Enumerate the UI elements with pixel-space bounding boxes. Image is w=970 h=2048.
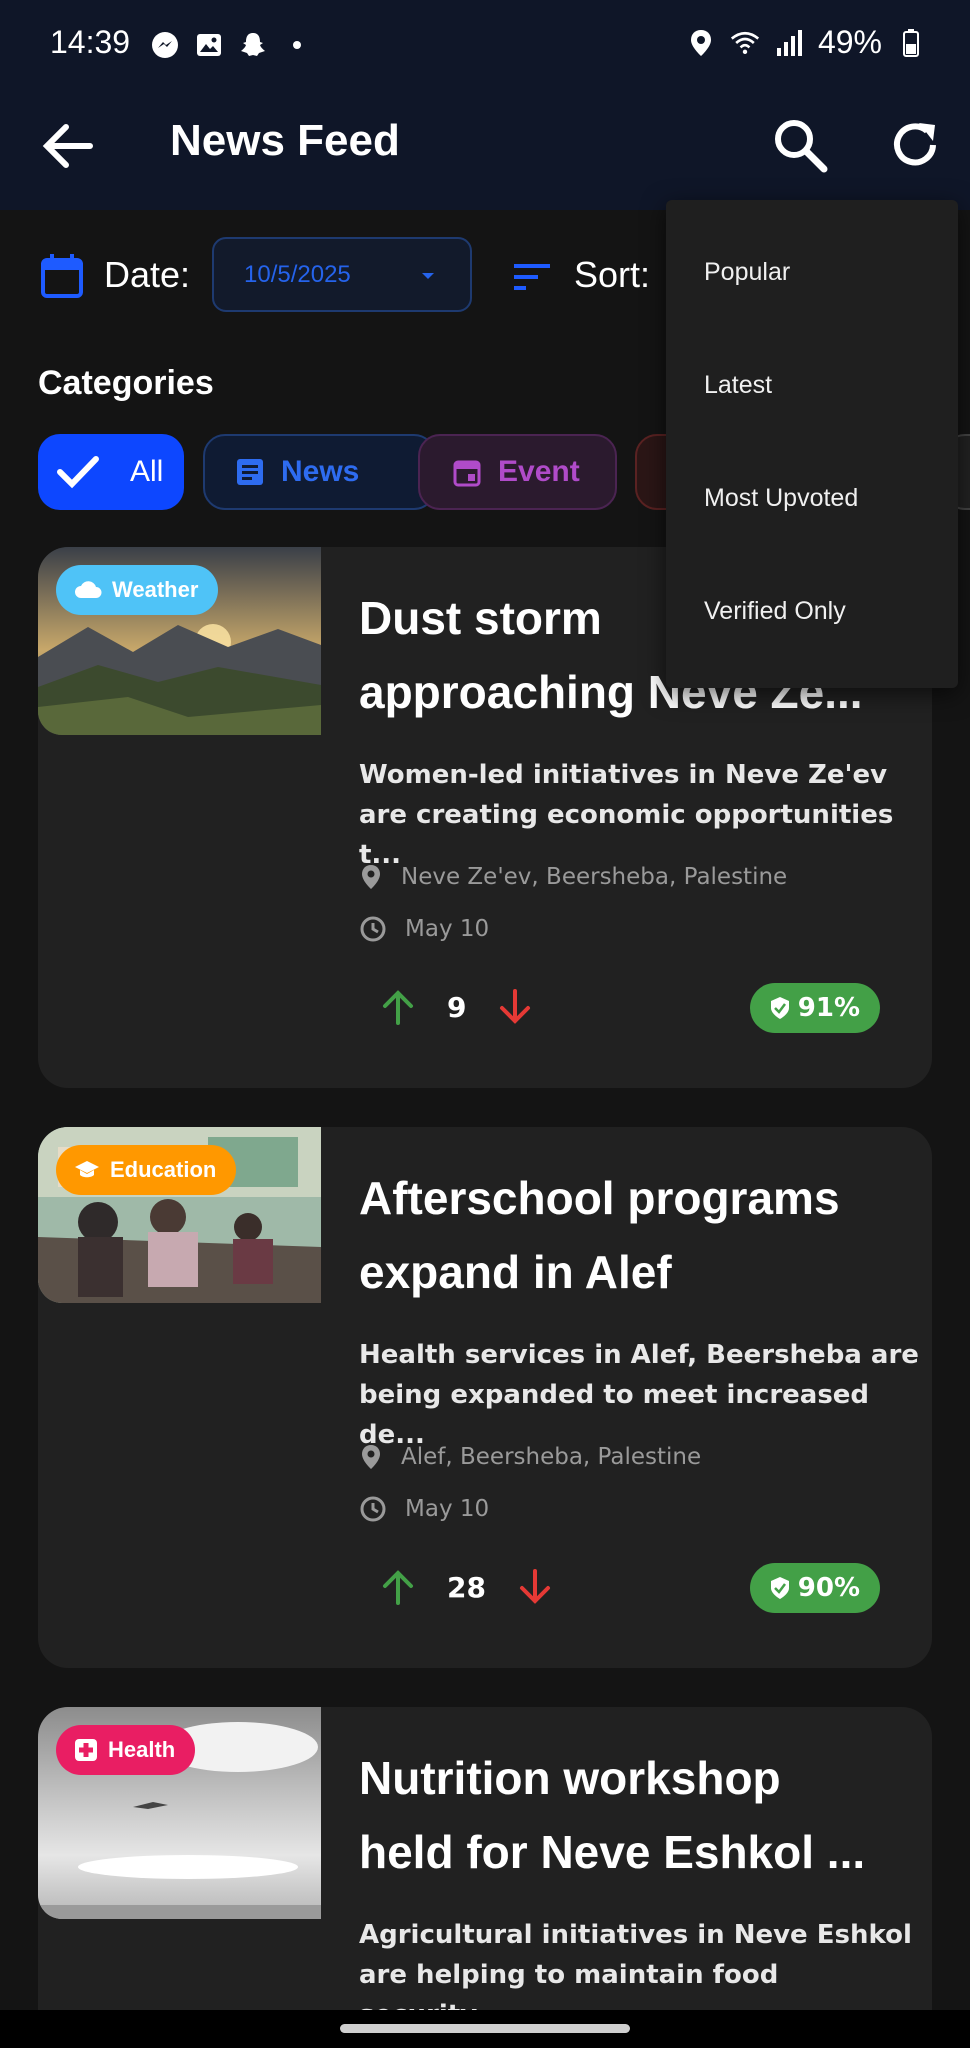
- card-description: Health services in Alef, Beersheba are b…: [359, 1340, 919, 1450]
- system-nav-bar: [0, 2010, 970, 2048]
- sort-option-latest[interactable]: Latest: [704, 371, 772, 400]
- page-title: News Feed: [170, 116, 400, 165]
- check-icon: [57, 456, 99, 489]
- news-card[interactable]: Health Nutrition workshop held for Neve …: [38, 1707, 932, 2010]
- snapchat-icon: [238, 30, 268, 60]
- shield-check-icon: [770, 1577, 789, 1599]
- chip-label: News: [281, 455, 360, 488]
- category-badge: Weather: [56, 565, 219, 615]
- card-description: Agricultural initiatives in Neve Eshkol …: [359, 1920, 912, 2010]
- calendar-icon: [41, 254, 83, 298]
- wifi-icon: [730, 28, 760, 58]
- upvote-icon[interactable]: [381, 989, 415, 1025]
- downvote-icon[interactable]: [518, 1569, 552, 1605]
- search-button[interactable]: [765, 110, 835, 180]
- vote-row: 28: [381, 1569, 552, 1605]
- card-location: Alef, Beersheba, Palestine: [359, 1443, 701, 1471]
- sort-dropdown-menu: Popular Latest Most Upvoted Verified Onl…: [666, 200, 958, 688]
- back-button[interactable]: [36, 114, 100, 178]
- dot-icon: [282, 30, 312, 60]
- refresh-icon: [894, 123, 936, 166]
- app-bar: News Feed: [0, 92, 970, 210]
- sort-option-verified-only[interactable]: Verified Only: [704, 597, 846, 626]
- card-description: Women-led initiatives in Neve Ze'ev are …: [359, 760, 894, 870]
- article-icon: [237, 459, 263, 485]
- messenger-icon: [150, 30, 180, 60]
- shield-check-icon: [770, 997, 789, 1019]
- card-image: Health: [38, 1707, 321, 1919]
- battery-icon: [896, 28, 926, 58]
- graduation-cap-icon: [75, 1161, 99, 1178]
- search-icon: [775, 120, 828, 173]
- chip-label: All: [130, 455, 164, 488]
- card-date: May 10: [359, 1495, 489, 1523]
- categories-title: Categories: [38, 364, 214, 402]
- chip-all[interactable]: All: [38, 434, 184, 510]
- clock-icon: [360, 1496, 386, 1522]
- status-bar: 14:39 49%: [0, 0, 970, 92]
- chevron-down-icon: [422, 273, 434, 279]
- home-gesture-handle[interactable]: [340, 2024, 630, 2033]
- card-title: Afterschool programs expand in Alef: [359, 1172, 840, 1298]
- arrow-back-icon: [42, 124, 93, 168]
- news-card[interactable]: Education Afterschool programs expand in…: [38, 1127, 932, 1668]
- date-picker[interactable]: 10/5/2025: [212, 237, 472, 312]
- vote-count: 9: [447, 990, 467, 1024]
- card-title: Nutrition workshop held for Neve Eshkol …: [359, 1752, 866, 1878]
- refresh-button[interactable]: [880, 110, 950, 180]
- battery-percent: 49%: [817, 24, 882, 60]
- card-location: Neve Ze'ev, Beersheba, Palestine: [359, 863, 787, 891]
- date-value: 10/5/2025: [244, 260, 351, 288]
- vote-row: 9: [381, 989, 532, 1025]
- card-image: Education: [38, 1127, 321, 1303]
- category-badge: Education: [56, 1145, 237, 1195]
- status-time: 14:39: [50, 24, 131, 60]
- upvote-icon[interactable]: [381, 1569, 415, 1605]
- trust-badge: 90%: [749, 1563, 880, 1613]
- notification-icons: [150, 30, 312, 60]
- sort-option-most-upvoted[interactable]: Most Upvoted: [704, 484, 858, 513]
- sort-label[interactable]: Sort:: [574, 254, 650, 296]
- chip-news[interactable]: News: [203, 434, 436, 510]
- vote-count: 28: [447, 1570, 486, 1604]
- location-icon: [362, 1445, 380, 1469]
- category-badge: Health: [56, 1725, 196, 1775]
- downvote-icon[interactable]: [498, 989, 532, 1025]
- system-icons: 49%: [686, 24, 926, 61]
- gallery-icon: [194, 30, 224, 60]
- sort-option-popular[interactable]: Popular: [704, 258, 790, 287]
- card-date: May 10: [359, 915, 489, 943]
- clock-icon: [360, 916, 386, 942]
- location-icon: [362, 865, 380, 889]
- card-image: Weather: [38, 547, 321, 735]
- date-label: Date:: [104, 254, 191, 295]
- chip-label: Event: [498, 455, 580, 488]
- cloud-icon: [75, 581, 102, 598]
- signal-icon: [774, 28, 804, 58]
- calendar-icon: [453, 460, 481, 487]
- trust-badge: 91%: [749, 983, 880, 1033]
- chip-event[interactable]: Event: [418, 434, 617, 510]
- location-icon: [686, 28, 716, 58]
- medical-icon: [75, 1739, 97, 1761]
- sort-icon[interactable]: [514, 262, 550, 292]
